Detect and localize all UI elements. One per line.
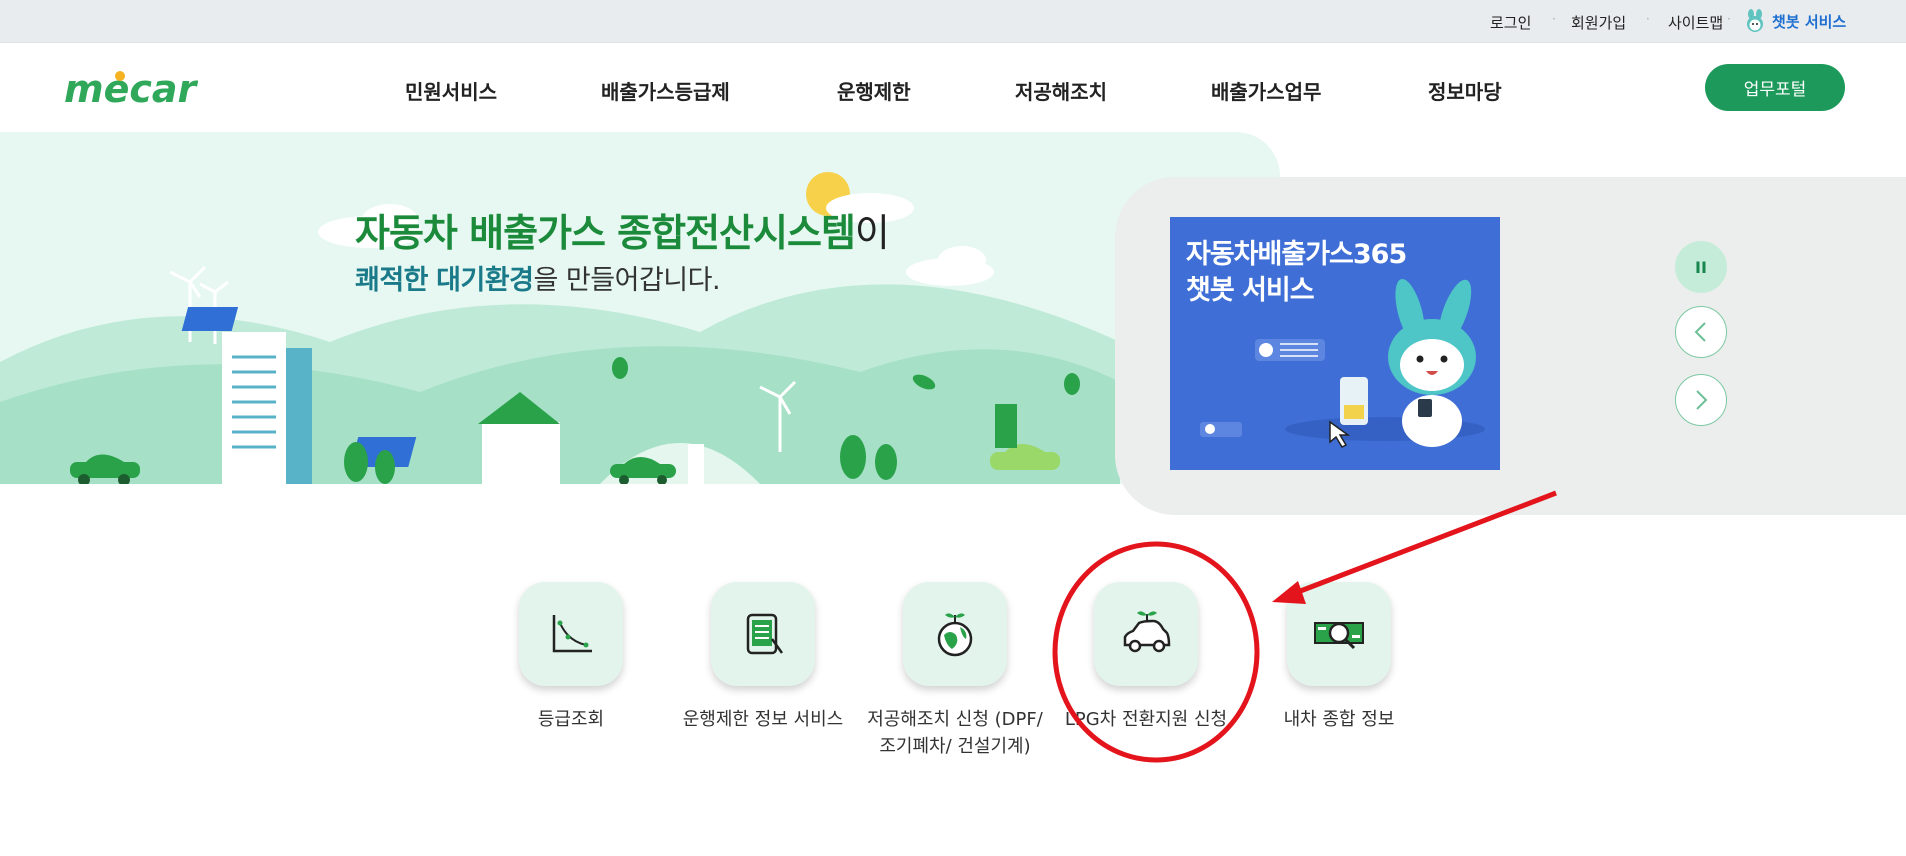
quick-box	[1094, 582, 1198, 686]
prev-button[interactable]	[1675, 306, 1727, 358]
quick-box	[711, 582, 815, 686]
nav-emission-work[interactable]: 배출가스업무	[1211, 76, 1321, 105]
quick-grade-lookup[interactable]: 등급조회	[476, 582, 666, 733]
quick-my-car-info[interactable]: 내차 종합 정보	[1244, 582, 1434, 733]
quick-operation-limit-info[interactable]: 운행제한 정보 서비스	[668, 582, 858, 733]
divider: ·	[1727, 12, 1731, 26]
divider: ·	[1646, 12, 1650, 26]
header: mecar 민원서비스 배출가스등급제 운행제한 저공해조치 배출가스업무 정보…	[0, 44, 1906, 132]
chatbot-link[interactable]: 챗봇 서비스	[1744, 9, 1846, 33]
quick-label: 저공해조치 신청 (DPF/조기폐차/ 건설기계)	[867, 709, 1043, 757]
eco-car-icon	[1123, 611, 1171, 653]
chatbot-icon	[1747, 9, 1763, 32]
chatbot-label: 챗봇 서비스	[1772, 12, 1847, 31]
hero-illustration	[0, 172, 1120, 484]
quick-box	[519, 582, 623, 686]
chevron-right-icon	[1696, 390, 1708, 410]
rabbit-mascot-illustration	[1200, 279, 1485, 448]
quick-box	[903, 582, 1007, 686]
car-search-icon	[1314, 622, 1364, 650]
svg-text:mecar: mecar	[64, 67, 199, 111]
nav-civil-service[interactable]: 민원서비스	[405, 76, 497, 105]
mecar-logo[interactable]: mecar	[62, 66, 212, 118]
divider: ·	[1552, 12, 1556, 26]
hero-sub-highlight-2: 대기환경	[436, 265, 534, 296]
pause-button[interactable]: II	[1675, 241, 1727, 293]
hero-title-suffix: 이	[854, 211, 890, 255]
sitemap-link[interactable]: 사이트맵	[1668, 12, 1723, 33]
hero-sub-highlight-1: 쾌적한	[355, 265, 429, 296]
chatbot-banner-card[interactable]: 자동차배출가스365 챗봇 서비스	[1170, 217, 1500, 470]
hero-sub-rest: 을 만들어갑니다.	[533, 265, 721, 296]
hero-subtitle: 쾌적한 대기환경을 만들어갑니다.	[355, 258, 721, 297]
nav-info[interactable]: 정보마당	[1428, 76, 1502, 105]
globe-sprout-icon	[937, 613, 973, 657]
hero-title-main: 자동차 배출가스 종합전산시스템	[355, 211, 856, 255]
next-button[interactable]	[1675, 374, 1727, 426]
quick-label: 내차 종합 정보	[1283, 709, 1395, 730]
signup-link[interactable]: 회원가입	[1571, 12, 1626, 33]
logo-mark: mecar	[64, 67, 199, 111]
chevron-left-icon	[1694, 322, 1706, 342]
tablet-icon	[746, 613, 784, 655]
quick-box	[1287, 582, 1391, 686]
quick-label: LPG차 전환지원 신청	[1064, 709, 1228, 730]
quick-lpg-conversion-apply[interactable]: LPG차 전환지원 신청	[1051, 582, 1241, 733]
nav-low-emission[interactable]: 저공해조치	[1015, 76, 1107, 105]
quick-low-emission-apply[interactable]: 저공해조치 신청 (DPF/조기폐차/ 건설기계)	[860, 582, 1050, 760]
hero-title: 자동차 배출가스 종합전산시스템이	[355, 202, 890, 257]
nav-operation-limit[interactable]: 운행제한	[837, 76, 911, 105]
utility-bar: 로그인 · 회원가입 · 사이트맵 · 챗봇 서비스	[0, 0, 1906, 43]
hero-banner: 자동차 배출가스 종합전산시스템이 쾌적한 대기환경을 만들어갑니다.	[0, 132, 1280, 484]
login-link[interactable]: 로그인	[1490, 12, 1531, 33]
quick-label: 운행제한 정보 서비스	[682, 709, 844, 730]
graph-icon	[552, 615, 592, 653]
quick-label: 등급조회	[537, 709, 605, 730]
nav-emission-grade[interactable]: 배출가스등급제	[601, 76, 730, 105]
work-portal-button[interactable]: 업무포털	[1705, 64, 1845, 111]
